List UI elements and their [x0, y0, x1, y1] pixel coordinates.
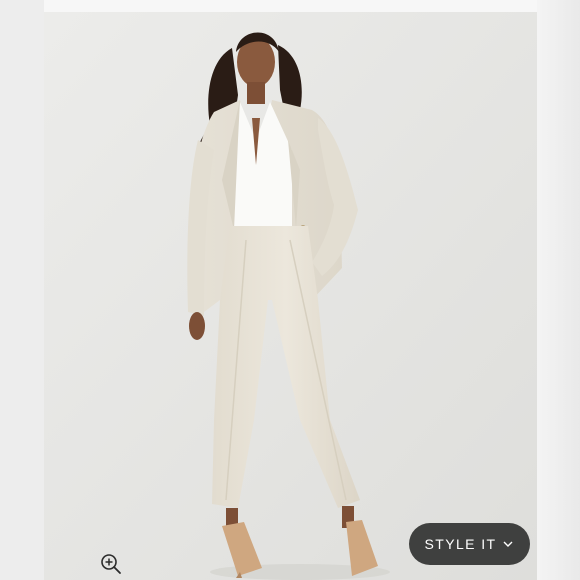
left-neighbor-image	[0, 0, 44, 580]
style-it-button[interactable]: STYLE IT	[409, 523, 530, 565]
model-illustration	[44, 12, 537, 580]
chevron-down-icon	[503, 541, 513, 547]
right-neighbor-image	[537, 0, 580, 580]
zoom-in-button[interactable]	[98, 552, 124, 576]
style-it-label: STYLE IT	[424, 536, 497, 552]
top-edge-strip	[44, 0, 537, 12]
product-photo[interactable]	[44, 12, 537, 580]
zoom-in-icon	[101, 554, 121, 574]
